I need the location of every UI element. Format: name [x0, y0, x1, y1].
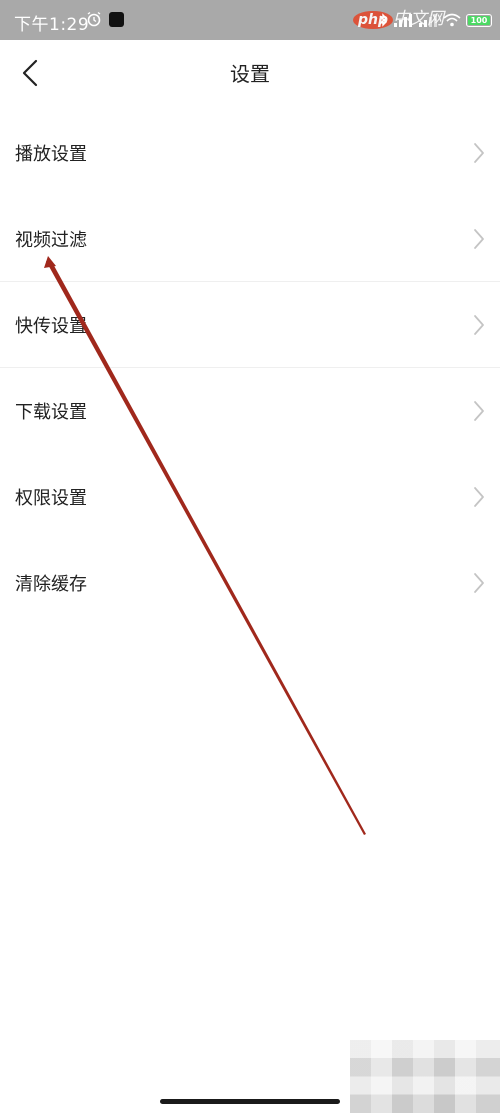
settings-item-label: 播放设置 — [15, 144, 87, 165]
notification-icon — [109, 12, 124, 27]
settings-item-label: 清除缓存 — [15, 574, 87, 595]
settings-list: 播放设置 视频过滤 快传设置 下载设置 权限设置 清除缓存 — [0, 110, 500, 626]
blurred-region — [350, 1040, 500, 1113]
page-title: 设置 — [230, 62, 270, 86]
settings-item-label: 下载设置 — [15, 402, 87, 423]
chevron-right-icon — [474, 573, 484, 593]
settings-item-label: 视频过滤 — [15, 230, 87, 251]
status-icons: 100 — [378, 10, 492, 30]
settings-item-permissions[interactable]: 权限设置 — [0, 454, 500, 540]
battery-icon: 100 — [466, 13, 492, 27]
chevron-right-icon — [474, 229, 484, 249]
header: 设置 — [0, 40, 500, 106]
settings-item-label: 权限设置 — [15, 488, 87, 509]
chevron-right-icon — [474, 143, 484, 163]
settings-item-playback[interactable]: 播放设置 — [0, 110, 500, 196]
bluetooth-icon — [379, 13, 387, 27]
settings-item-quick-transfer[interactable]: 快传设置 — [0, 282, 500, 368]
status-bar: 下午1:29 php 中文网 100 — [0, 0, 500, 40]
settings-item-clear-cache[interactable]: 清除缓存 — [0, 540, 500, 626]
chevron-right-icon — [474, 315, 484, 335]
settings-item-video-filter[interactable]: 视频过滤 — [0, 196, 500, 282]
settings-item-download[interactable]: 下载设置 — [0, 368, 500, 454]
chevron-right-icon — [474, 487, 484, 507]
alarm-icon — [87, 11, 101, 27]
home-indicator[interactable] — [160, 1099, 340, 1104]
battery-level: 100 — [468, 15, 490, 25]
signal-icon — [394, 14, 412, 27]
chevron-right-icon — [474, 401, 484, 421]
settings-item-label: 快传设置 — [15, 316, 87, 337]
status-time: 下午1:29 — [14, 15, 90, 35]
signal-icon-2 — [419, 14, 437, 27]
wifi-icon — [443, 13, 461, 27]
